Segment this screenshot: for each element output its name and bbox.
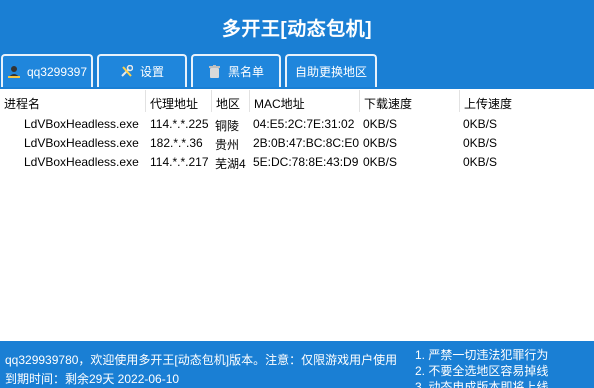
cell-proxy: 182.*.*.36 — [150, 136, 203, 150]
table-row[interactable]: LdVBoxHeadless.exe 182.*.*.36 贵州 2B:0B:4… — [0, 134, 594, 153]
tab-account[interactable]: qq3299397 — [1, 54, 93, 87]
cell-process: LdVBoxHeadless.exe — [24, 136, 139, 150]
tab-settings[interactable]: 设置 — [97, 54, 187, 87]
cell-region: 贵州 — [215, 138, 240, 152]
column-header-proxy[interactable]: 代理地址 — [146, 95, 210, 113]
cell-process: LdVBoxHeadless.exe — [24, 117, 139, 131]
table-row[interactable]: LdVBoxHeadless.exe 114.*.*.217 芜湖4 5E:DC… — [0, 153, 594, 172]
column-divider — [359, 90, 360, 112]
cell-upload: 0KB/S — [463, 155, 498, 169]
notice-item: 2. 不要全选地区容易掉线 — [415, 364, 549, 378]
tab-settings-label: 设置 — [139, 65, 164, 79]
cell-proxy: 114.*.*.217 — [150, 155, 209, 169]
column-header-upload[interactable]: 上传速度 — [460, 95, 560, 113]
column-header-download[interactable]: 下载速度 — [360, 95, 458, 113]
tab-change-region[interactable]: 自助更换地区 — [285, 54, 377, 87]
welcome-message: qq329939780，欢迎使用多开王[动态包机]版本。注意：仅限游戏用户使用 — [5, 353, 398, 367]
cell-download: 0KB/S — [363, 136, 398, 150]
cell-upload: 0KB/S — [463, 136, 498, 150]
tab-blacklist-label: 黑名单 — [227, 65, 264, 79]
trash-icon — [208, 65, 222, 79]
cell-download: 0KB/S — [363, 155, 398, 169]
notice-item: 1. 严禁一切违法犯罪行为 — [415, 348, 549, 362]
cell-mac: 5E:DC:78:8E:43:D9 — [253, 155, 359, 169]
app-title: 多开王[动态包机] — [221, 19, 373, 40]
table-row[interactable]: LdVBoxHeadless.exe 114.*.*.225 铜陵 04:E5:… — [0, 115, 594, 134]
column-header-mac[interactable]: MAC地址 — [250, 95, 358, 113]
cell-upload: 0KB/S — [463, 117, 498, 131]
user-icon — [7, 65, 21, 79]
expiry-info: 到期时间：剩余29天 2022-06-10 — [5, 372, 180, 386]
cell-download: 0KB/S — [363, 117, 398, 131]
tools-icon — [120, 65, 134, 79]
column-divider — [211, 90, 212, 112]
status-footer: qq329939780，欢迎使用多开王[动态包机]版本。注意：仅限游戏用户使用 … — [0, 341, 594, 388]
title-bar: 多开王[动态包机] qq3299397 设置 黑名单 自助更换地区 — [0, 0, 594, 89]
column-header-process[interactable]: 进程名 — [0, 95, 146, 113]
column-divider — [459, 90, 460, 112]
column-header-region[interactable]: 地区 — [212, 95, 250, 113]
cell-process: LdVBoxHeadless.exe — [24, 155, 139, 169]
cell-mac: 2B:0B:47:BC:8C:E0 — [253, 136, 359, 150]
column-divider — [145, 90, 146, 112]
cell-region: 芜湖4 — [215, 157, 246, 171]
tab-account-label: qq3299397 — [26, 64, 88, 79]
table-header: 进程名 代理地址 地区 MAC地址 下载速度 上传速度 — [0, 89, 594, 113]
cell-proxy: 114.*.*.225 — [150, 117, 209, 131]
notice-item: 3. 动态电成版本即将上线 — [415, 380, 549, 388]
cell-mac: 04:E5:2C:7E:31:02 — [253, 117, 355, 131]
column-divider — [249, 90, 250, 112]
cell-region: 铜陵 — [215, 119, 240, 133]
tab-blacklist[interactable]: 黑名单 — [191, 54, 281, 87]
tab-change-region-label: 自助更换地区 — [294, 65, 367, 79]
